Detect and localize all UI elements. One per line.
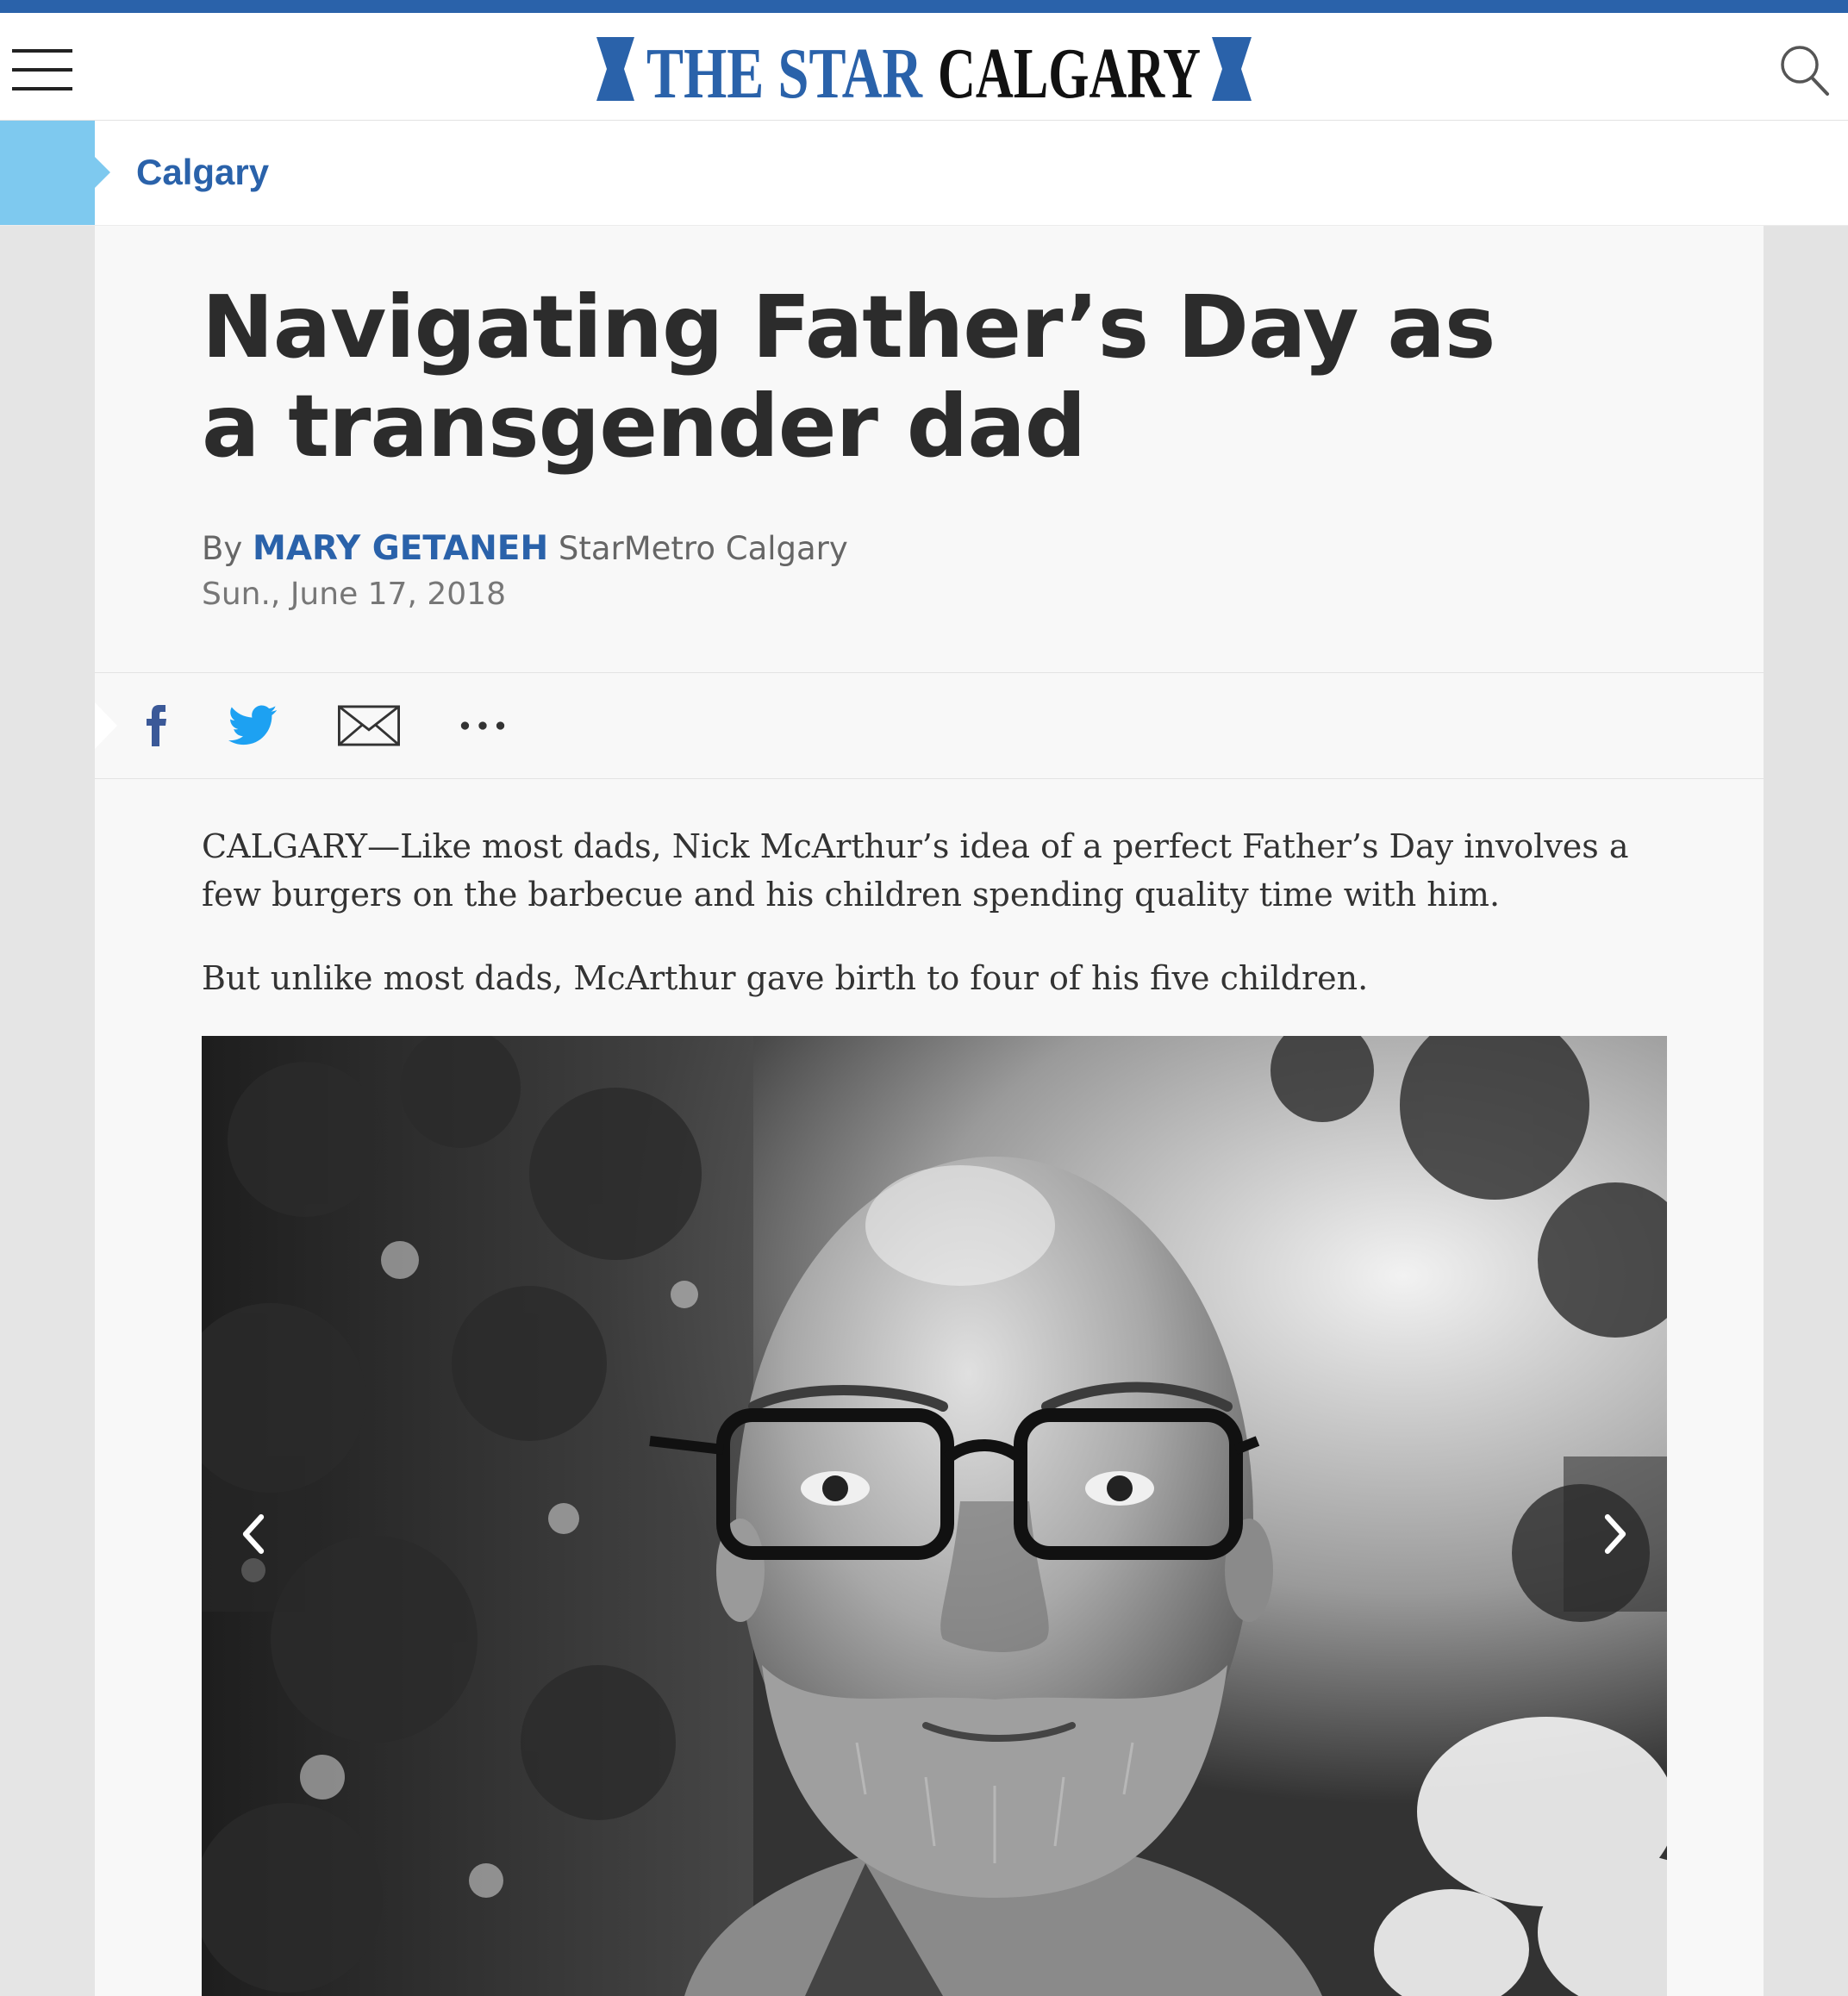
menu-line: [12, 87, 72, 90]
author-link[interactable]: MARY GETANEH: [253, 529, 548, 568]
section-label[interactable]: Calgary: [136, 152, 269, 193]
email-icon[interactable]: [336, 695, 402, 756]
facebook-icon[interactable]: [140, 695, 174, 756]
chevron-right-icon: [1604, 1514, 1626, 1554]
byline-prefix: By: [202, 530, 243, 567]
article-photo-gallery: [202, 1036, 1667, 1996]
publish-date: Sun., June 17, 2018: [202, 577, 506, 612]
chevron-left-icon: [242, 1514, 265, 1554]
article-paragraph: CALGARY—Like most dads, Nick McArthur’s …: [202, 827, 1629, 914]
logo-right-flag: [1212, 37, 1252, 101]
top-accent-bar: [0, 0, 1848, 13]
menu-line: [12, 68, 72, 72]
section-tab-marker: [0, 121, 110, 225]
right-gutter: [1764, 226, 1848, 1996]
gallery-next-button[interactable]: [1564, 1456, 1667, 1612]
article-headline: Navigating Father’s Day as a transgender…: [202, 277, 1495, 477]
hamburger-menu-icon[interactable]: [12, 42, 72, 94]
logo-text-the-star: THE STAR: [646, 34, 923, 106]
article-paragraph: But unlike most dads, McArthur gave birt…: [202, 959, 1369, 997]
menu-line: [12, 49, 72, 53]
share-bar-marker: [95, 702, 117, 749]
article-container: Navigating Father’s Day as a transgender…: [95, 226, 1764, 1996]
share-bar: [95, 672, 1764, 779]
byline: By MARY GETANEH StarMetro Calgary: [202, 529, 848, 568]
search-icon[interactable]: [1777, 39, 1831, 99]
site-logo[interactable]: THE STAR CALGARY: [595, 32, 1253, 106]
section-bar: Calgary: [0, 121, 1848, 226]
site-header: THE STAR CALGARY: [0, 13, 1848, 121]
twitter-icon[interactable]: [226, 695, 281, 756]
gallery-prev-button[interactable]: [202, 1456, 305, 1612]
logo-left-flag: [596, 37, 634, 101]
logo-text-calgary: CALGARY: [938, 34, 1201, 106]
more-options-icon[interactable]: [457, 695, 509, 756]
outlet-name: StarMetro Calgary: [558, 530, 848, 567]
portrait-photo: [202, 1036, 1667, 1996]
